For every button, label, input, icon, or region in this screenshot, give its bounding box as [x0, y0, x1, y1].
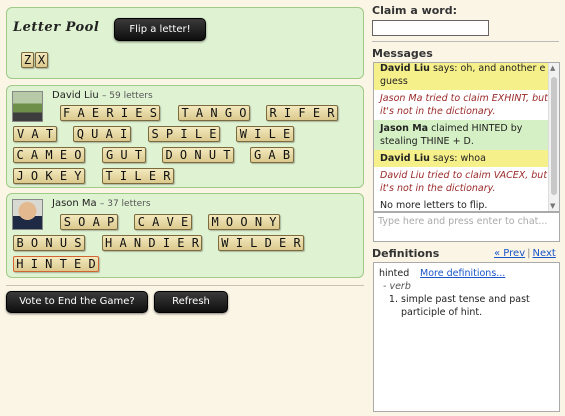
word-tile[interactable]: F A E R I E S	[60, 105, 160, 121]
definition-sense: simple past tense and past participle of…	[401, 293, 554, 319]
message-item: No more letters to flip.	[380, 200, 488, 211]
letter-pool-title: Letter Pool	[13, 20, 100, 35]
word-tile[interactable]: S P I L E	[148, 126, 220, 142]
scroll-up-icon[interactable]: ▲	[550, 64, 555, 72]
pool-tile[interactable]: Z	[21, 52, 34, 68]
player-panel-david: David Liu – 59 letters F A E R I E S T A…	[6, 85, 364, 188]
word-tile[interactable]: J O K E Y	[13, 168, 85, 184]
word-tile[interactable]: Q U A I	[73, 126, 131, 142]
letter-pool-panel: Letter Pool Flip a letter! Z X	[6, 7, 364, 79]
player-panel-jason: Jason Ma – 37 letters S O A P C A V E M …	[6, 193, 364, 278]
pool-tile[interactable]: X	[35, 52, 48, 68]
message-item: Jason Ma claimed HINTED by stealing THIN…	[374, 120, 559, 150]
word-tile[interactable]: R I F E R	[266, 105, 338, 121]
word-tile[interactable]: B O N U S	[13, 235, 85, 251]
chat-input[interactable]: Type here and press enter to chat...	[373, 212, 560, 242]
word-tile[interactable]: G U T	[102, 147, 146, 163]
word-tile[interactable]: V A T	[13, 126, 57, 142]
message-item: David Liu says: whoa	[374, 150, 559, 167]
prev-definition-link[interactable]: « Prev	[494, 248, 525, 259]
more-definitions-link[interactable]: More definitions...	[420, 268, 505, 279]
flip-letter-button[interactable]: Flip a letter!	[114, 18, 206, 41]
word-tile[interactable]: T I L E R	[102, 168, 174, 184]
word-tile[interactable]: H I N T E D	[13, 256, 99, 272]
scrollbar-thumb[interactable]	[551, 77, 557, 195]
player-name: David Liu – 59 letters	[52, 90, 153, 101]
part-of-speech: - verb	[383, 281, 411, 292]
messages-scrollbar[interactable]: ▲ ▼	[548, 63, 559, 211]
messages-heading: Messages	[372, 47, 433, 60]
word-tile[interactable]: G A B	[250, 147, 294, 163]
word-tile[interactable]: C A V E	[134, 214, 192, 230]
claim-heading: Claim a word:	[372, 4, 457, 17]
word-tile[interactable]: C A M E O	[13, 147, 85, 163]
messages-log[interactable]: David Liu says: oh, and another e i gues…	[373, 62, 560, 212]
avatar	[12, 199, 43, 230]
refresh-button[interactable]: Refresh	[154, 291, 228, 313]
word-tile[interactable]: T A N G O	[178, 105, 250, 121]
message-item: Jason Ma tried to claim EXHINT, but it's…	[380, 93, 548, 117]
word-tile[interactable]: H A N D I E R	[102, 235, 202, 251]
vote-end-game-button[interactable]: Vote to End the Game?	[6, 291, 148, 313]
avatar	[12, 91, 43, 122]
scroll-down-icon[interactable]: ▼	[550, 202, 555, 210]
word-tile[interactable]: D O N U T	[162, 147, 234, 163]
word-tile[interactable]: M O O N Y	[208, 214, 280, 230]
divider	[372, 41, 559, 42]
word-tile[interactable]: W I L E	[236, 126, 294, 142]
definition-panel: hinted More definitions... - verb simple…	[373, 262, 560, 412]
player-name: Jason Ma – 37 letters	[52, 198, 151, 209]
claim-word-input[interactable]	[372, 20, 489, 36]
word-tile[interactable]: S O A P	[60, 214, 118, 230]
word-tile[interactable]: W I L D E R	[218, 235, 304, 251]
definitions-heading: Definitions	[372, 247, 440, 260]
message-item: David Liu tried to claim VACEX, but it's…	[380, 170, 548, 194]
message-item: David Liu says: oh, and another e i gues…	[374, 63, 559, 90]
divider	[6, 285, 364, 286]
defined-word: hinted	[379, 268, 410, 279]
